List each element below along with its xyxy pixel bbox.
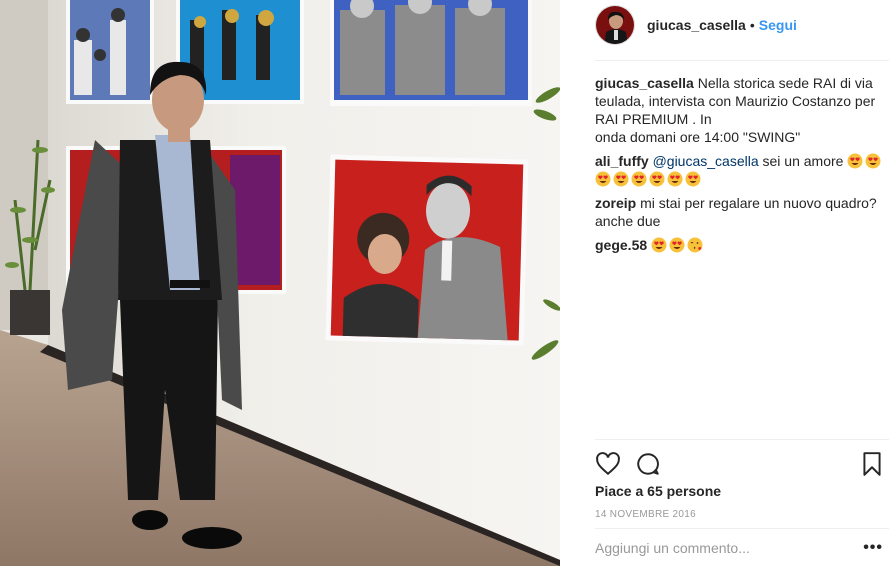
more-options-icon[interactable]: •••: [863, 539, 883, 557]
follow-button[interactable]: Segui: [759, 17, 797, 33]
heart-eyes-emoji-icon: [613, 171, 629, 187]
heart-eyes-emoji-icon: [649, 171, 665, 187]
bookmark-icon[interactable]: [859, 451, 885, 477]
header-divider: [595, 60, 889, 61]
likes-count[interactable]: Piace a 65 persone: [595, 483, 721, 499]
comment-item: zoreip mi stai per regalare un nuovo qua…: [595, 194, 887, 230]
post-header: giucas_casella • Segui: [560, 0, 889, 50]
heart-outline-icon[interactable]: [595, 451, 621, 477]
avatar-image: [596, 6, 634, 44]
comment-username[interactable]: gege.58: [595, 237, 647, 253]
comment-mention[interactable]: @giucas_casella: [653, 153, 759, 169]
comment-item: gege.58: [595, 236, 887, 254]
post-author-username[interactable]: giucas_casella: [647, 17, 746, 33]
comment-text: sei un amore: [758, 153, 844, 169]
comment-emojis: [651, 237, 705, 253]
heart-eyes-emoji-icon: [865, 153, 881, 169]
heart-eyes-emoji-icon: [651, 237, 667, 253]
heart-eyes-emoji-icon: [669, 237, 685, 253]
heart-eyes-emoji-icon: [847, 153, 863, 169]
heart-eyes-emoji-icon: [667, 171, 683, 187]
comment-text: mi stai per regalare un nuovo quadro? an…: [595, 195, 877, 229]
avatar[interactable]: [595, 5, 635, 45]
post-details-panel: giucas_casella • Segui giucas_casella Ne…: [560, 0, 889, 566]
add-comment-input[interactable]: [595, 539, 845, 556]
caption-text-line2: onda domani ore 14:00 "SWING": [595, 129, 801, 145]
heart-eyes-emoji-icon: [595, 171, 611, 187]
post-actions-bar: [595, 439, 889, 487]
comment-item: ali_fuffy @giucas_casella sei un amore: [595, 152, 887, 188]
heart-eyes-emoji-icon: [685, 171, 701, 187]
photo-illustration: [0, 0, 560, 566]
header-separator: •: [749, 17, 755, 33]
comment-username[interactable]: ali_fuffy: [595, 153, 649, 169]
post-date[interactable]: 14 NOVEMBRE 2016: [595, 509, 696, 520]
caption-username[interactable]: giucas_casella: [595, 75, 694, 91]
caption: giucas_casella Nella storica sede RAI di…: [595, 74, 887, 146]
comments-list: giucas_casella Nella storica sede RAI di…: [595, 74, 887, 260]
post-photo[interactable]: [0, 0, 560, 566]
add-comment-bar: •••: [595, 528, 889, 566]
comment-username[interactable]: zoreip: [595, 195, 636, 211]
heart-eyes-emoji-icon: [631, 171, 647, 187]
comment-bubble-icon[interactable]: [635, 451, 661, 477]
kissing-heart-emoji-icon: [687, 237, 703, 253]
